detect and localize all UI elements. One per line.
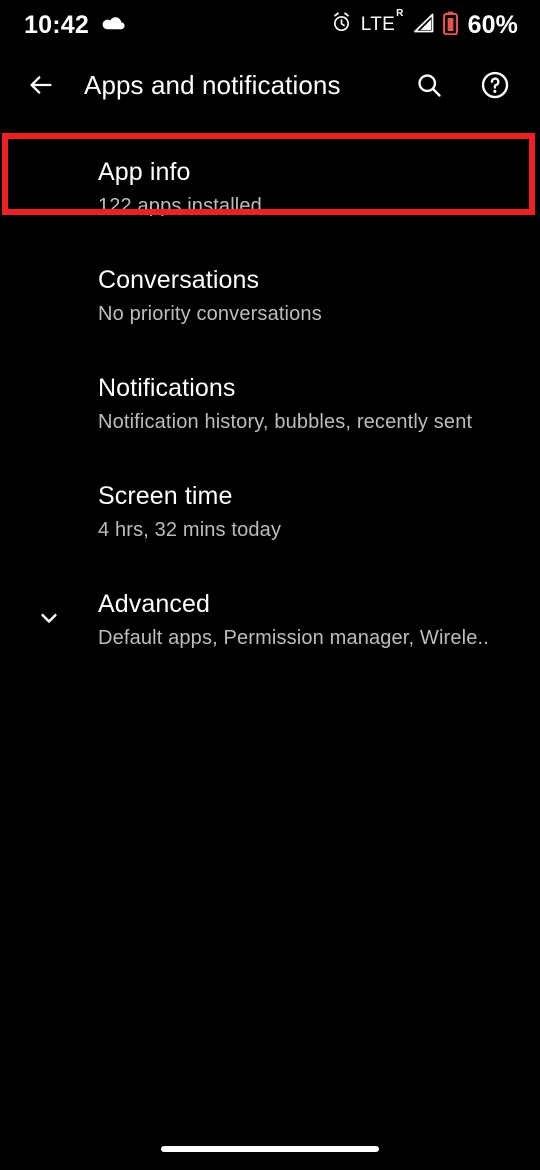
signal-bars-icon xyxy=(412,13,434,38)
list-item-lead-slot xyxy=(0,242,98,350)
help-circle-icon[interactable] xyxy=(474,64,516,106)
app-toolbar: Apps and notifications xyxy=(0,50,540,120)
back-arrow-icon[interactable] xyxy=(20,64,62,106)
list-item-notifications[interactable]: Notifications Notification history, bubb… xyxy=(0,350,540,458)
home-gesture-pill[interactable] xyxy=(161,1146,379,1152)
list-item-text: Notifications Notification history, bubb… xyxy=(98,374,516,435)
navigation-bar xyxy=(0,1128,540,1170)
list-item-conversations[interactable]: Conversations No priority conversations xyxy=(0,242,540,350)
list-item-lead-slot xyxy=(0,458,98,566)
list-item-title: Notifications xyxy=(98,373,236,402)
status-bar-right: LTER 60% xyxy=(331,7,518,40)
list-item-lead-slot xyxy=(0,566,98,674)
status-bar: 10:42 LTER 60% xyxy=(0,0,540,50)
list-item-text: Conversations No priority conversations xyxy=(98,266,516,327)
list-item-subtitle: Notification history, bubbles, recently … xyxy=(98,411,473,434)
list-item-title: App info xyxy=(98,157,191,186)
list-item-subtitle: Default apps, Permission manager, Wirele… xyxy=(98,627,489,650)
search-icon[interactable] xyxy=(408,64,450,106)
list-item-text: App info 122 apps installed xyxy=(98,158,516,219)
battery-percent-label: 60% xyxy=(467,10,518,39)
list-item-subtitle: 122 apps installed xyxy=(98,195,262,218)
list-item-lead-slot xyxy=(0,134,98,242)
list-item-subtitle: 4 hrs, 32 mins today xyxy=(98,519,282,542)
list-item-title: Screen time xyxy=(98,481,233,510)
alarm-clock-icon xyxy=(331,12,352,38)
list-item-text: Advanced Default apps, Permission manage… xyxy=(98,590,516,651)
battery-low-icon xyxy=(442,11,458,40)
page-title: Apps and notifications xyxy=(84,69,341,100)
list-item-screen-time[interactable]: Screen time 4 hrs, 32 mins today xyxy=(0,458,540,566)
toolbar-actions xyxy=(408,64,516,106)
settings-list: App info 122 apps installed Conversation… xyxy=(0,120,540,674)
network-type-label: LTER xyxy=(360,7,404,35)
list-item-advanced[interactable]: Advanced Default apps, Permission manage… xyxy=(0,566,540,674)
chevron-down-icon[interactable] xyxy=(35,604,63,637)
list-item-text: Screen time 4 hrs, 32 mins today xyxy=(98,482,516,543)
cloud-icon xyxy=(102,14,126,36)
list-item-subtitle: No priority conversations xyxy=(98,303,322,326)
status-bar-clock: 10:42 xyxy=(24,10,89,39)
list-item-lead-slot xyxy=(0,350,98,458)
status-bar-left: 10:42 xyxy=(24,10,126,39)
list-item-app-info[interactable]: App info 122 apps installed xyxy=(0,134,540,242)
list-item-title: Advanced xyxy=(98,589,210,618)
list-item-title: Conversations xyxy=(98,265,260,294)
